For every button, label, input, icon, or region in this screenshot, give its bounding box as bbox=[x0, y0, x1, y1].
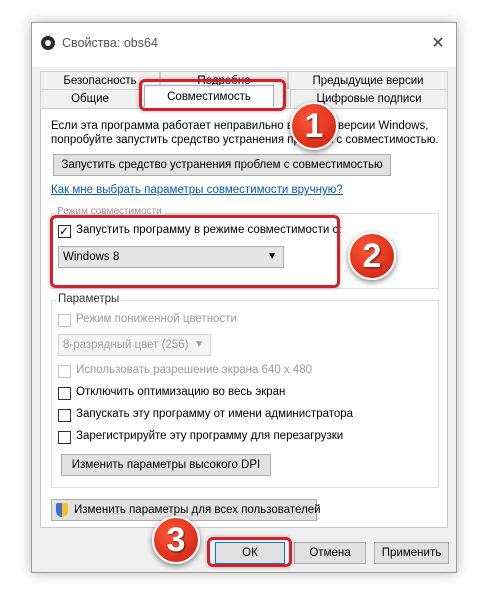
intro-text-line2: попробуйте запустить средство устранения… bbox=[51, 134, 439, 146]
compat-mode-group-title: Режим совместимости bbox=[54, 206, 165, 217]
cancel-button[interactable]: Отмена bbox=[294, 542, 366, 564]
step-marker-1: 1 bbox=[290, 102, 338, 150]
ok-button[interactable]: ОК bbox=[215, 542, 285, 564]
compatibility-panel: Если эта программа работает неправильно … bbox=[40, 108, 448, 528]
tab-general[interactable]: Общие bbox=[40, 89, 140, 107]
register-restart-checkbox[interactable] bbox=[58, 431, 71, 444]
compat-mode-label: Запустить программу в режиме совместимос… bbox=[76, 224, 342, 236]
compat-mode-checkbox[interactable] bbox=[58, 223, 71, 239]
color-depth-select[interactable]: 8-разрядный цвет (256) ▼ bbox=[58, 334, 211, 356]
close-icon[interactable]: ✕ bbox=[428, 34, 448, 54]
chevron-down-icon: ▼ bbox=[194, 339, 204, 350]
manual-settings-link[interactable]: Как мне выбрать параметры совместимости … bbox=[51, 184, 343, 196]
intro-text-line1: Если эта программа работает неправильно … bbox=[51, 120, 429, 132]
tab-security[interactable]: Безопасность bbox=[40, 71, 160, 89]
apply-button[interactable]: Применить bbox=[374, 542, 449, 564]
compat-mode-select-value: Windows 8 bbox=[63, 251, 120, 263]
reduced-color-label: Режим пониженной цветности bbox=[76, 313, 237, 325]
fullscreen-opt-label: Отключить оптимизацию во весь экран bbox=[76, 386, 286, 398]
tab-previous-versions[interactable]: Предыдущие версии bbox=[288, 71, 448, 89]
run-as-admin-checkbox[interactable] bbox=[58, 409, 71, 422]
window-title: Свойства: obs64 bbox=[62, 36, 158, 50]
reduced-color-checkbox[interactable] bbox=[58, 314, 71, 327]
title-bar: Свойства: obs64 ✕ bbox=[32, 23, 456, 67]
run-troubleshooter-button[interactable]: Запустить средство устранения проблем с … bbox=[53, 154, 391, 176]
high-dpi-settings-button[interactable]: Изменить параметры высокого DPI bbox=[61, 454, 271, 476]
all-users-settings-label: Изменить параметры для всех пользователе… bbox=[74, 504, 321, 516]
step-marker-2: 2 bbox=[348, 232, 396, 280]
step-marker-3: 3 bbox=[152, 516, 200, 564]
params-group-title: Параметры bbox=[56, 293, 122, 305]
tab-compatibility[interactable]: Совместимость bbox=[144, 85, 274, 107]
resolution-checkbox[interactable] bbox=[58, 365, 71, 378]
run-as-admin-label: Запускать эту программу от имени админис… bbox=[76, 408, 354, 420]
fullscreen-opt-checkbox[interactable] bbox=[58, 387, 71, 400]
color-depth-select-value: 8-разрядный цвет (256) bbox=[63, 339, 189, 351]
register-restart-label: Зарегистрируйте эту программу для переза… bbox=[76, 430, 344, 442]
resolution-label: Использовать разрешение экрана 640 x 480 bbox=[76, 364, 313, 376]
properties-window: Свойства: obs64 ✕ Безопасность Подробно … bbox=[31, 22, 457, 573]
obs-app-icon bbox=[41, 36, 55, 50]
chevron-down-icon: ▼ bbox=[267, 251, 277, 262]
shield-icon bbox=[56, 503, 68, 517]
compat-mode-select[interactable]: Windows 8 ▼ bbox=[58, 246, 284, 268]
